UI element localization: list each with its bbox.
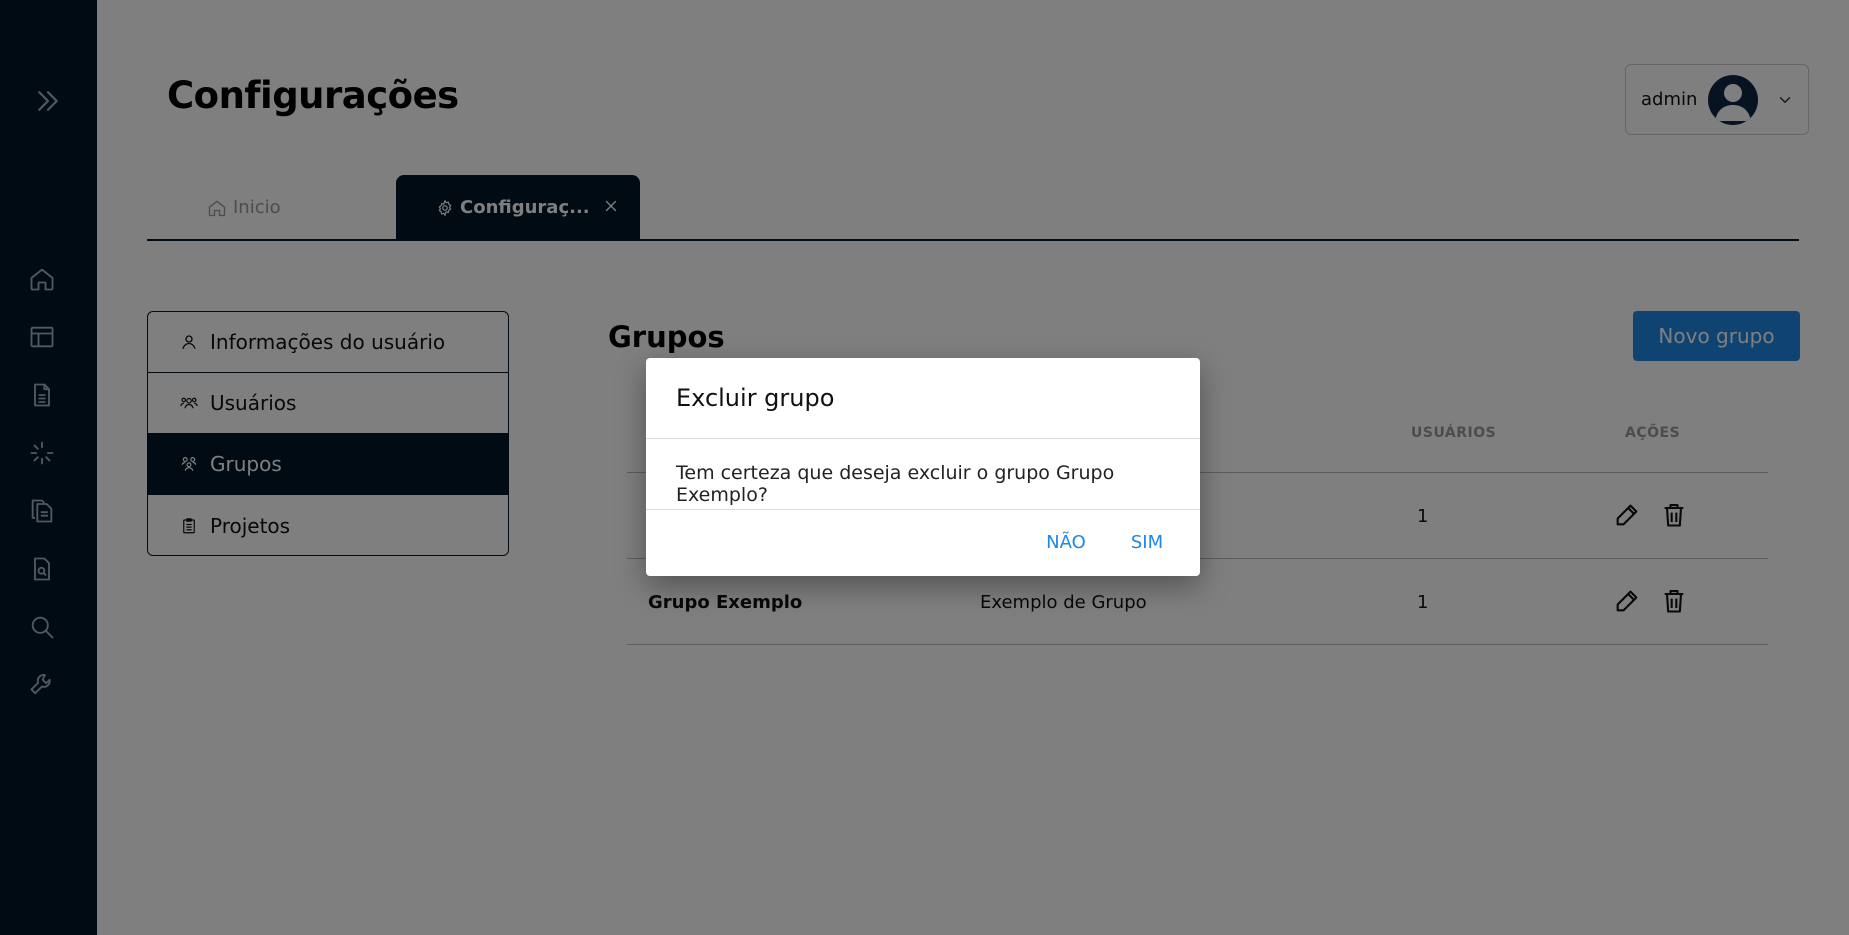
confirm-button[interactable]: SIM: [1120, 521, 1174, 563]
dialog-divider: [646, 509, 1200, 510]
dialog-message: Tem certeza que deseja excluir o grupo G…: [676, 462, 1115, 506]
cancel-button[interactable]: NÃO: [1032, 521, 1100, 563]
dialog-divider: [646, 438, 1200, 439]
delete-group-dialog: Excluir grupo Tem certeza que deseja exc…: [646, 358, 1200, 576]
dialog-title: Excluir grupo: [676, 384, 835, 412]
